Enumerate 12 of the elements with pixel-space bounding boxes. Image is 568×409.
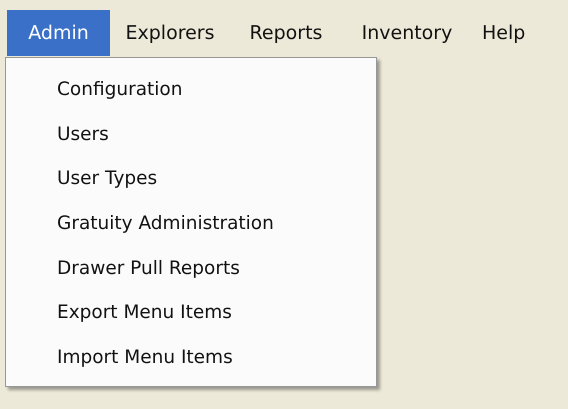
menu-item[interactable]: Admin bbox=[7, 10, 110, 56]
menu-item[interactable]: Explorers bbox=[110, 10, 230, 56]
menu-entry[interactable]: User Types bbox=[6, 156, 376, 202]
menu-entry[interactable]: Configuration bbox=[6, 67, 376, 112]
menu-item[interactable]: Help bbox=[472, 10, 536, 56]
menu-entry[interactable]: Users bbox=[6, 112, 376, 156]
menu-entry[interactable]: Gratuity Administration bbox=[6, 201, 376, 246]
menu-item[interactable]: Inventory bbox=[342, 10, 472, 56]
menu-entry[interactable]: Import Menu Items bbox=[6, 335, 376, 380]
menu-entry[interactable]: Drawer Pull Reports bbox=[6, 246, 376, 290]
menu-item[interactable]: Reports bbox=[230, 10, 342, 56]
menu-entry[interactable]: Export Menu Items bbox=[6, 290, 376, 336]
